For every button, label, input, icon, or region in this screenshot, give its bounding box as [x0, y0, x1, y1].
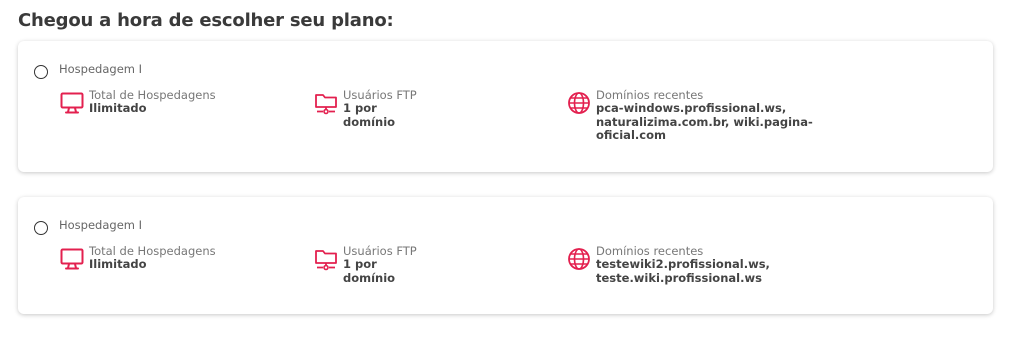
- plan-card[interactable]: Hospedagem I Total de Hospedagens Ilimit…: [18, 41, 993, 172]
- page-title: Chegou a hora de escolher seu plano:: [18, 10, 394, 31]
- feature-label: Usuários FTP: [343, 244, 417, 258]
- feature-value: Ilimitado: [89, 101, 147, 115]
- feature-label: Total de Hospedagens: [89, 244, 216, 258]
- feature-value: 1 por domínio: [343, 257, 396, 285]
- feature-value: 1 por domínio: [343, 101, 396, 129]
- folder-network-icon: [315, 250, 337, 271]
- feature-label: Total de Hospedagens: [89, 88, 216, 102]
- globe-icon: [568, 248, 590, 270]
- folder-network-icon: [315, 94, 337, 115]
- plan-name: Hospedagem I: [59, 62, 143, 76]
- plan-radio-button[interactable]: [34, 221, 48, 235]
- monitor-icon: [60, 248, 84, 270]
- plan-radio-button[interactable]: [34, 65, 48, 79]
- globe-icon: [568, 92, 590, 114]
- plan-name: Hospedagem I: [59, 218, 143, 232]
- feature-label: Domínios recentes: [596, 88, 704, 102]
- feature-value: Ilimitado: [89, 257, 147, 271]
- plan-card[interactable]: Hospedagem I Total de Hospedagens Ilimit…: [18, 197, 993, 314]
- monitor-icon: [60, 92, 84, 114]
- feature-value: testewiki2.profissional.ws, teste.wiki.p…: [596, 257, 770, 285]
- feature-label: Usuários FTP: [343, 88, 417, 102]
- feature-label: Domínios recentes: [596, 244, 704, 258]
- feature-value: pca-windows.profissional.ws, naturalizim…: [596, 101, 813, 142]
